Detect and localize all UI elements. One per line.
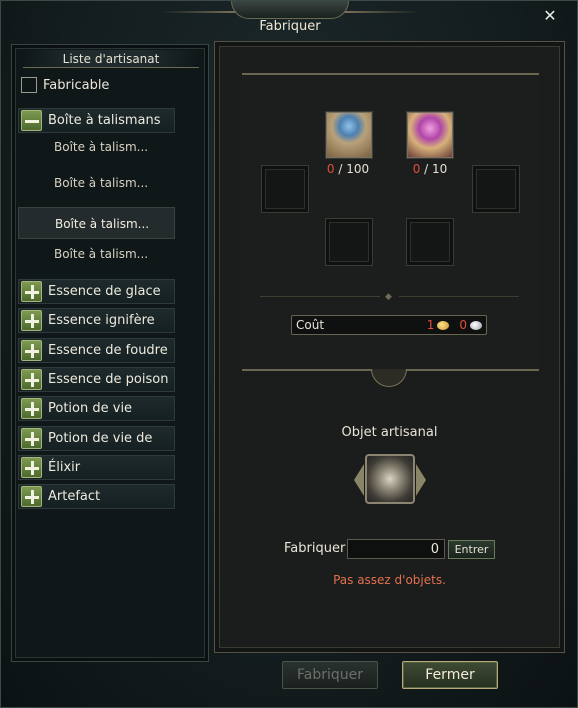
category-label: Essence de poison (48, 372, 169, 387)
expand-icon (21, 310, 42, 331)
expand-icon (21, 428, 42, 449)
frame-arrow-right-icon (416, 464, 426, 496)
material-1-count: 0 / 100 (303, 162, 393, 176)
cost-label: Coût (296, 318, 325, 332)
material-1-have: 0 (326, 162, 335, 176)
category-label: Élixir (48, 460, 81, 475)
collapse-icon (21, 110, 42, 131)
window-title: Fabriquer (259, 19, 321, 34)
divider-right (399, 296, 519, 297)
category-elixir[interactable]: Élixir (18, 455, 175, 480)
category-label: Potion de vie de (48, 431, 153, 446)
material-slot-3[interactable] (261, 165, 309, 213)
expand-icon (21, 369, 42, 390)
craftable-label: Fabricable (43, 77, 110, 93)
category-label: Potion de vie (48, 401, 133, 416)
cost-silver-value: 0 (459, 318, 467, 332)
category-lightning-essence[interactable]: Essence de foudre (18, 338, 175, 363)
category-label: Boîte à talismans (48, 113, 161, 128)
silver-coin-icon (470, 320, 482, 330)
material-slot-6[interactable] (406, 218, 454, 266)
category-life-potion[interactable]: Potion de vie (18, 396, 175, 421)
recipe-item[interactable]: Boîte à talism... (18, 238, 175, 270)
cost-bar: Coût 1 0 (291, 315, 487, 335)
category-artifact[interactable]: Artefact (18, 484, 175, 509)
quantity-input[interactable] (347, 539, 445, 559)
expand-icon (21, 398, 42, 419)
material-1-need: / 100 (338, 162, 370, 176)
expand-icon (21, 281, 42, 302)
category-label: Essence de foudre (48, 343, 168, 358)
close-button[interactable]: Fermer (402, 661, 498, 689)
enter-button[interactable]: Entrer (448, 540, 495, 559)
category-label: Essence ignifère (48, 313, 155, 328)
category-label: Artefact (48, 489, 101, 504)
result-label: Objet artisanal (341, 425, 438, 440)
material-slot-5[interactable] (325, 218, 373, 266)
craftable-filter[interactable]: Fabricable (21, 76, 109, 94)
category-fire-essence[interactable]: Essence ignifère (18, 308, 175, 333)
blue-crystal-sack-icon[interactable] (326, 112, 372, 158)
quantity-label: Fabriquer (284, 541, 346, 556)
craft-window: Fabriquer ✕ Liste d'artisanat Fabricable… (0, 0, 578, 708)
expand-icon (21, 486, 42, 507)
material-2-need: / 10 (424, 162, 448, 176)
frame-arrow-left-icon (354, 464, 364, 496)
title-ornament (231, 1, 349, 19)
gold-coin-icon (437, 320, 450, 330)
result-frame (354, 452, 426, 508)
divider-left (260, 296, 380, 297)
warning-message: Pas assez d'objets. (333, 573, 446, 587)
divider-gem-icon: ◆ (385, 292, 392, 302)
material-slot-4[interactable] (472, 165, 520, 213)
title-ornament-left (161, 11, 241, 13)
close-icon[interactable]: ✕ (541, 7, 559, 25)
category-label: Essence de glace (48, 284, 161, 299)
recipe-item[interactable]: Boîte à talism... (18, 131, 175, 163)
expand-icon (21, 457, 42, 478)
material-2-have: 0 (412, 162, 421, 176)
recipe-item-selected[interactable]: Boîte à talism... (18, 207, 175, 239)
category-poison-essence[interactable]: Essence de poison (18, 367, 175, 392)
cost-gold-value: 1 (426, 318, 435, 332)
recipe-item[interactable]: Boîte à talism... (18, 167, 175, 199)
talisman-box-icon[interactable] (365, 454, 415, 504)
title-ornament-right (339, 11, 419, 13)
pink-crystal-sack-icon[interactable] (407, 112, 453, 158)
craft-button[interactable]: Fabriquer (282, 661, 378, 689)
craftable-checkbox[interactable] (21, 77, 37, 93)
expand-icon (21, 340, 42, 361)
material-2-count: 0 / 10 (385, 162, 475, 176)
category-life-potion-2[interactable]: Potion de vie de (18, 426, 175, 451)
craft-list-header: Liste d'artisanat (23, 50, 199, 68)
category-ice-essence[interactable]: Essence de glace (18, 279, 175, 304)
category-talisman-box[interactable]: Boîte à talismans (18, 108, 175, 133)
